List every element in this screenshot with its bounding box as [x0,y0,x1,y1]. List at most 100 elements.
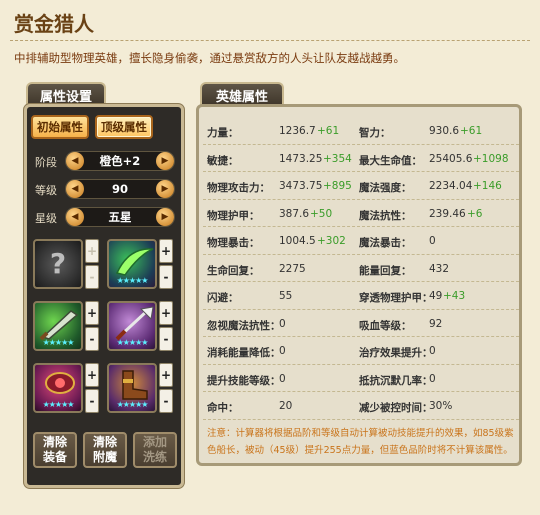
slot1-plus-button[interactable]: + [85,239,99,263]
attr-name: 智力： [359,127,391,139]
top-attributes-button[interactable]: 顶级属性 [95,115,153,139]
attr-name: 力量： [207,127,239,139]
slot2-minus-button[interactable]: - [159,265,173,289]
attr-name: 抵抗沉默几率： [359,374,433,387]
attr-bonus: +61 [460,125,483,137]
level-next-arrow-icon[interactable]: ▶ [155,180,174,198]
attr-name: 敏捷： [207,154,239,167]
attribute-row: 忽视魔法抗性： 0 吸血等级： 92 [203,310,519,337]
attr-name: 魔法暴击： [359,237,412,249]
clear-equipment-label-line1: 清除 [42,435,67,449]
attr-value: 239.46 [429,207,466,220]
gem-icon [45,372,75,394]
calculator-note: 注意：计算器将根据品阶和等级自动计算被动技能提升的效果，如85级紫色船长，被动（… [207,428,514,456]
attr-bonus: +1098 [473,152,509,165]
star-next-arrow-icon[interactable]: ▶ [156,208,174,226]
level-prev-arrow-icon[interactable]: ◀ [66,180,84,198]
attr-value: 0 [279,345,286,357]
attr-name: 魔法强度： [359,182,412,194]
slot4-minus-button[interactable]: - [159,327,173,351]
title-divider [10,40,530,41]
slot2-stars: ★★★★★ [116,276,149,285]
attr-value: 25405.6 [429,152,473,165]
hero-attributes-panel: 力量： 1236.7 +61 智力： 930.6 +61 敏捷： 1473.25 +354 最大生… [196,104,522,466]
stage-selector: ◀ 橙色+2 ▶ [65,151,175,171]
attr-value: 2234.04 [429,180,473,192]
slot5-stars: ★★★★★ [42,400,75,409]
equipment-slot-purple-spear[interactable]: ★★★★★ [107,301,157,351]
attr-value: 1473.25 [279,152,323,165]
add-wash-button[interactable]: 添加 洗练 [133,432,177,468]
attribute-row: 消耗能量降低： 0 治疗效果提升： 0 [203,337,519,365]
slot1-minus-button[interactable]: - [85,265,99,289]
slot4-stars: ★★★★★ [116,338,149,347]
attr-bonus: +43 [443,290,466,302]
attr-bonus: +146 [473,180,502,192]
attr-value: 30% [429,400,453,412]
attribute-row: 闪避： 55 穿透物理护甲： 49 +43 [203,282,519,310]
equipment-slot-boots[interactable]: ★★★★★ [107,363,157,413]
equipment-slot-purple-gem[interactable]: ★★★★★ [33,363,83,413]
slot5-plus-button[interactable]: + [85,363,99,387]
attr-name: 治疗效果提升： [359,347,433,359]
stage-label: 阶段 [35,156,57,169]
green-blade-icon [115,248,154,276]
slot3-stars: ★★★★★ [42,338,75,347]
slot2-plus-button[interactable]: + [159,239,173,263]
attr-name: 最大生命值： [359,154,422,167]
stage-prev-arrow-icon[interactable]: ◀ [66,152,84,170]
attr-name: 物理暴击： [207,237,260,249]
attr-value: 49 [429,290,443,302]
level-value: 90 [111,182,128,196]
star-value: 五星 [108,210,132,224]
stage-value: 橙色+2 [99,154,141,168]
attr-name: 闪避： [207,292,239,304]
attr-value: 0 [429,345,436,357]
attr-name: 穿透物理护甲： [359,292,433,304]
clear-enchant-label-line2: 附魔 [92,450,117,464]
clear-enchant-label-line1: 清除 [92,435,117,449]
attr-bonus: +61 [317,125,340,137]
slot6-minus-button[interactable]: - [159,389,173,413]
slot3-minus-button[interactable]: - [85,327,99,351]
hero-attributes-tab[interactable]: 英雄属性 [200,82,284,106]
attribute-row: 物理护甲： 387.6 +50 魔法抗性： 239.46 +6 [203,200,519,227]
attribute-settings-panel: 初始属性 顶级属性 阶段 ◀ 橙色+2 ▶ 等级 ◀ 90 ▶ 星级 ◀ 五星 … [24,104,184,488]
add-wash-label-line2: 洗练 [142,450,167,464]
equipment-slot-green-knife[interactable]: ★★★★★ [33,301,83,351]
attribute-settings-tab[interactable]: 属性设置 [26,82,106,106]
attribute-row: 提升技能等级： 0 抵抗沉默几率： 0 [203,365,519,392]
attr-name: 消耗能量降低： [207,347,281,359]
star-selector: ◀ 五星 ▶ [65,207,175,227]
clear-enchant-button[interactable]: 清除 附魔 [83,432,127,468]
equipment-slot-empty[interactable]: ? [33,239,83,289]
attribute-row: 敏捷： 1473.25 +354 最大生命值： 25405.6 +1098 [203,145,519,172]
knife-icon [39,310,79,341]
slot4-plus-button[interactable]: + [159,301,173,325]
attr-value: 0 [429,235,436,247]
hero-name-title: 赏金猎人 [14,12,94,36]
stage-next-arrow-icon[interactable]: ▶ [155,152,174,170]
attr-name: 物理攻击力： [207,182,270,194]
attr-bonus: +6 [467,207,483,220]
initial-attributes-button[interactable]: 初始属性 [31,115,89,139]
attribute-row: 物理攻击力： 3473.75 +895 魔法强度： 2234.04 +146 [203,172,519,200]
attribute-row: 力量： 1236.7 +61 智力： 930.6 +61 [203,117,519,145]
attr-value: 20 [279,400,293,412]
attribute-row: 命中： 20 减少被控时间： 30% [203,392,519,420]
attr-name: 忽视魔法抗性： [207,319,281,332]
equipment-slot-green-blade[interactable]: ★★★★★ [107,239,157,289]
attr-value: 930.6 [429,125,460,137]
attribute-row: 物理暴击： 1004.5 +302 魔法暴击： 0 [203,227,519,255]
attr-bonus: +354 [323,152,352,165]
hero-description: 中排辅助型物理英雄，擅长隐身偷袭，通过悬赏敌方的人头让队友越战越勇。 [14,51,405,65]
level-label: 等级 [35,184,57,197]
attr-bonus: +50 [310,207,333,220]
slot6-plus-button[interactable]: + [159,363,173,387]
attr-value: 0 [429,372,436,385]
star-prev-arrow-icon[interactable]: ◀ [66,208,84,226]
clear-equipment-button[interactable]: 清除 装备 [33,432,77,468]
slot3-plus-button[interactable]: + [85,301,99,325]
attr-name: 命中： [207,402,239,414]
slot5-minus-button[interactable]: - [85,389,99,413]
